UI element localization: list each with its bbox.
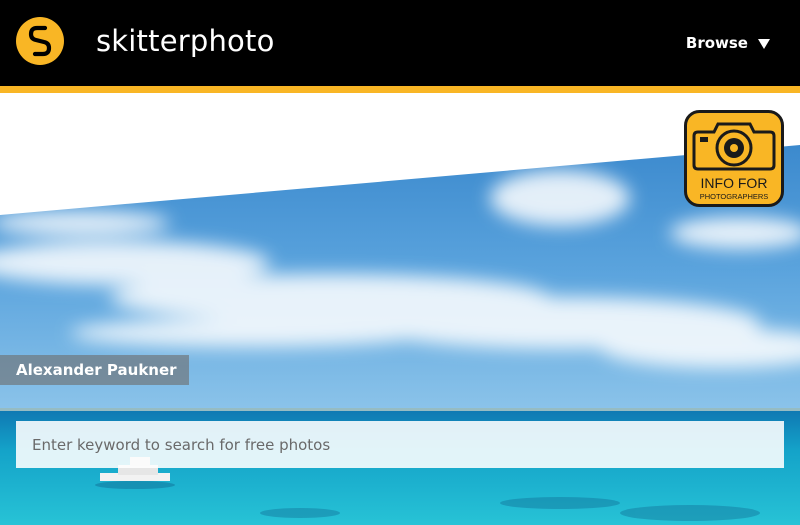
brand-name[interactable]: skitterphoto [96,21,275,61]
browse-label: Browse [685,34,748,52]
site-header: skitterphoto Browse [0,0,800,86]
search-box [16,421,784,468]
info-badge-line2: PHOTOGRAPHERS [700,192,769,201]
photo-credit[interactable]: Alexander Paukner [0,355,189,385]
search-input[interactable] [16,421,784,468]
skitterphoto-logo-icon[interactable] [15,16,65,66]
caret-down-icon [758,38,770,49]
browse-menu-button[interactable]: Browse [686,30,770,56]
info-for-photographers-badge[interactable]: INFO FOR PHOTOGRAPHERS [684,110,784,207]
info-badge-line1: INFO FOR [701,175,768,191]
header-accent-stripe [0,86,800,93]
